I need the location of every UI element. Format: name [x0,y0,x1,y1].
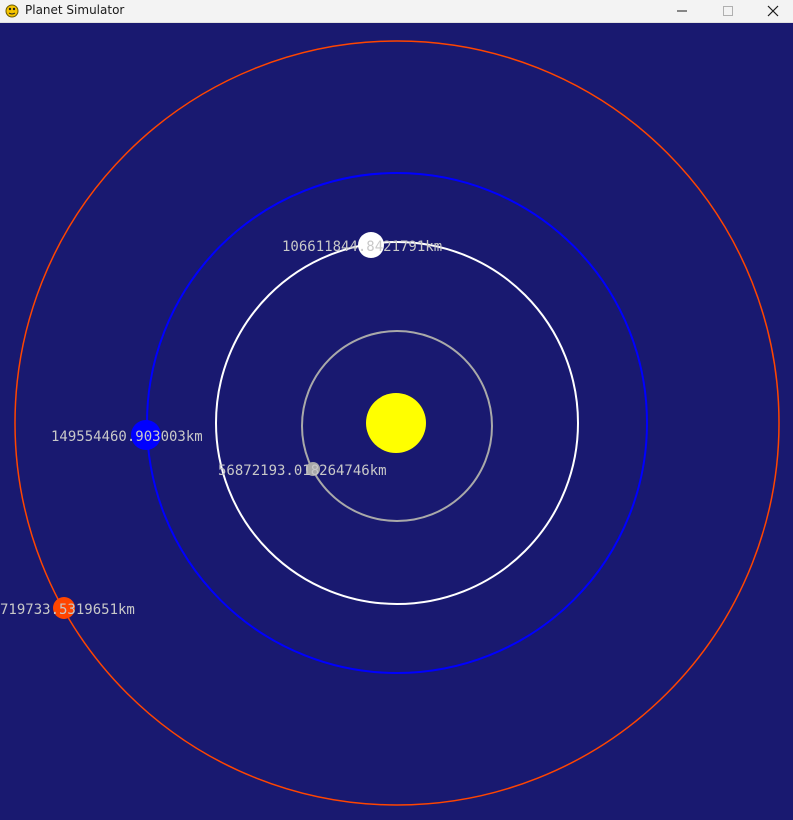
maximize-icon [723,6,733,16]
sun [366,393,426,453]
pygame-snake-icon [4,2,20,18]
window-title: Planet Simulator [25,3,125,17]
mars-distance-label: 719733.5319651km [0,602,135,618]
app-window: Planet Simulator 56872193.018264746km 10… [0,0,793,820]
simulation-canvas[interactable]: 56872193.018264746km 106611844.8421791km… [0,23,793,820]
minimize-icon [677,10,687,12]
solar-system-view: 56872193.018264746km 106611844.8421791km… [0,40,780,806]
close-icon [767,5,779,17]
mercury-distance-label: 56872193.018264746km [218,463,387,479]
earth-distance-label: 149554460.903003km [51,429,203,445]
close-button[interactable] [750,0,793,22]
venus-distance-label: 106611844.8421791km [282,239,442,255]
maximize-button[interactable] [705,0,751,22]
title-bar[interactable]: Planet Simulator [0,0,793,23]
minimize-button[interactable] [659,0,705,22]
